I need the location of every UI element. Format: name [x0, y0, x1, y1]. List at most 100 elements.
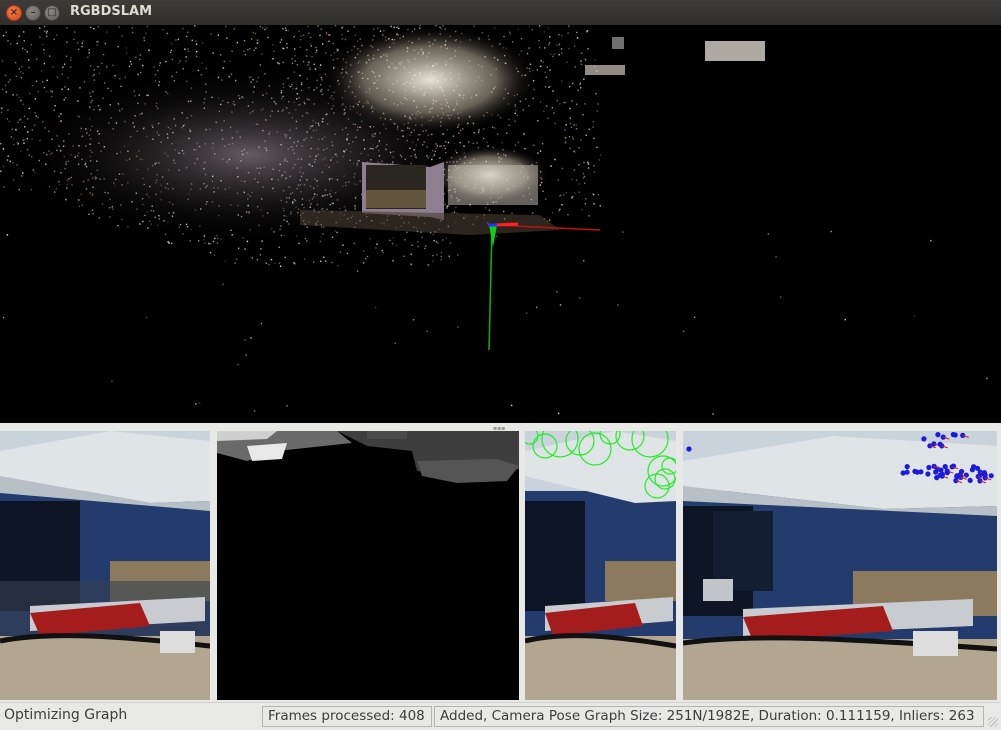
cloud-point — [334, 25, 337, 27]
cloud-point — [37, 91, 39, 93]
cloud-point — [93, 69, 95, 71]
cloud-point — [170, 49, 173, 51]
cloud-point — [564, 142, 567, 144]
cloud-point — [198, 402, 201, 404]
cloud-point — [588, 215, 590, 217]
point-cloud-view[interactable] — [0, 25, 1001, 423]
cloud-point — [392, 243, 394, 245]
cloud-point — [914, 315, 916, 317]
cloud-point — [285, 29, 287, 32]
cloud-point — [201, 62, 203, 64]
cloud-point — [571, 178, 573, 181]
cloud-point — [237, 363, 239, 366]
cloud-point — [17, 121, 19, 124]
ceiling-light-3 — [612, 37, 624, 49]
cloud-point — [253, 410, 256, 412]
cloud-point — [483, 128, 485, 130]
minimize-window-button[interactable]: – — [25, 5, 41, 21]
frames-processed: Frames processed: 408 — [262, 706, 432, 727]
close-window-button[interactable]: × — [6, 5, 22, 21]
cloud-point — [432, 254, 434, 257]
cloud-point — [503, 35, 505, 38]
cloud-point — [346, 252, 348, 255]
cloud-point — [510, 404, 513, 407]
cloud-point — [210, 33, 212, 35]
cloud-point — [553, 53, 555, 55]
cloud-point — [88, 52, 90, 54]
cloud-point — [542, 190, 544, 192]
cloud-point — [557, 412, 560, 415]
cloud-point — [139, 58, 141, 61]
flow-point — [933, 469, 939, 475]
cloud-point — [584, 103, 586, 105]
cloud-point — [551, 212, 554, 214]
maximize-icon: □ — [47, 7, 57, 18]
cloud-point — [307, 25, 309, 28]
cloud-point — [593, 203, 595, 205]
cloud-point — [548, 86, 550, 88]
cloud-point — [243, 40, 246, 42]
cloud-point — [302, 34, 305, 36]
maximize-window-button[interactable]: □ — [44, 5, 60, 21]
cloud-point — [185, 56, 187, 58]
cloud-point — [540, 60, 542, 62]
cloud-point — [322, 43, 324, 45]
cloud-point — [148, 49, 150, 51]
cloud-point — [15, 128, 17, 130]
cloud-point — [425, 245, 427, 247]
cloud-point — [526, 312, 528, 314]
resize-grip-icon[interactable] — [988, 717, 998, 727]
cloud-point — [440, 255, 442, 258]
cloud-point — [576, 31, 578, 34]
cloud-point — [90, 26, 92, 29]
cloud-point — [231, 50, 233, 52]
cloud-point — [195, 40, 197, 42]
cloud-point — [96, 44, 99, 46]
cloud-point — [569, 117, 571, 119]
cloud-point — [389, 239, 391, 242]
cloud-point — [592, 193, 594, 195]
title-bar: × – □ RGBDSLAM — [0, 0, 1001, 25]
cloud-point — [596, 146, 598, 148]
cloud-point — [583, 78, 585, 80]
cloud-point — [23, 115, 26, 117]
cloud-point — [244, 339, 246, 341]
cloud-point — [308, 32, 310, 35]
cloud-point — [18, 68, 20, 70]
cloud-point — [18, 188, 20, 191]
cloud-point — [566, 61, 568, 63]
cloud-point — [587, 161, 589, 164]
cloud-point — [417, 241, 419, 243]
cloud-point — [598, 159, 600, 161]
cloud-point — [565, 124, 567, 126]
cloud-point — [7, 155, 9, 157]
cloud-point — [112, 64, 114, 67]
cloud-point — [286, 47, 288, 49]
cloud-point — [538, 46, 541, 49]
feature-flow-panel — [683, 431, 997, 700]
cloud-point — [315, 51, 317, 53]
cloud-point — [130, 63, 133, 65]
cloud-point — [286, 43, 288, 45]
cloud-point — [592, 126, 594, 128]
cloud-point — [592, 120, 594, 123]
cloud-point — [93, 79, 96, 81]
cloud-point — [682, 330, 685, 333]
cloud-point — [78, 48, 80, 50]
view-splitter[interactable]: ▪▪▪ — [0, 423, 1001, 432]
cloud-point — [374, 306, 377, 309]
cloud-point — [7, 40, 9, 42]
cloud-point — [587, 167, 590, 169]
cloud-point — [0, 111, 3, 113]
cloud-point — [244, 54, 246, 56]
cloud-point — [517, 141, 520, 144]
flow-point — [949, 464, 955, 470]
cloud-point — [159, 62, 161, 64]
cloud-point — [587, 163, 590, 165]
cloud-point — [336, 48, 338, 50]
cloud-point — [195, 55, 198, 58]
cloud-point — [66, 41, 68, 43]
cloud-point — [404, 239, 406, 241]
cloud-point — [117, 45, 119, 48]
cloud-point — [28, 66, 30, 69]
